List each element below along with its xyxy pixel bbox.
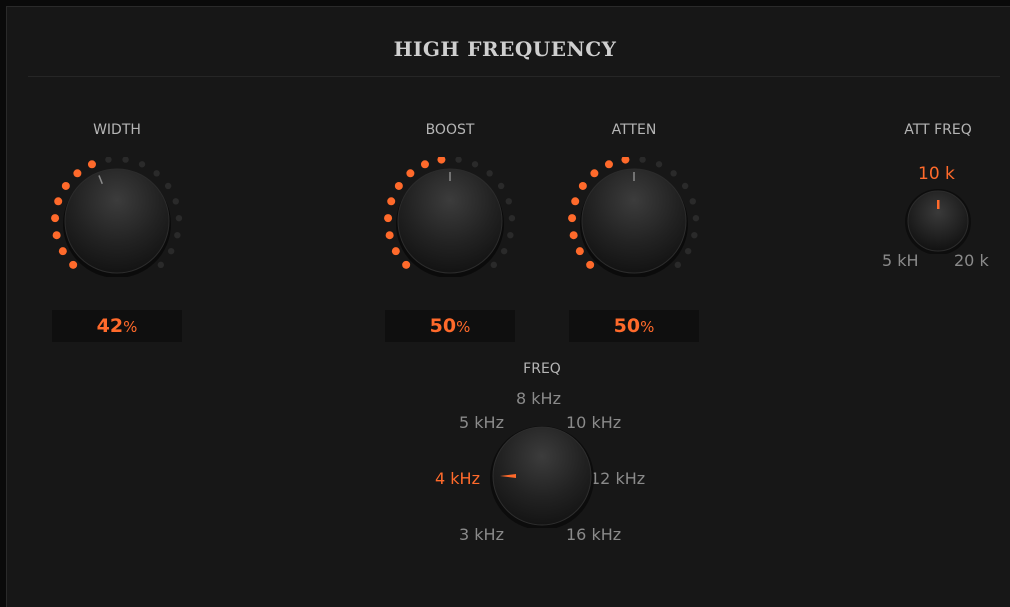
atten-led-lit bbox=[604, 160, 613, 169]
boost-led bbox=[471, 161, 479, 168]
panel-title: HIGH FREQUENCY bbox=[393, 37, 617, 61]
atten-led bbox=[681, 182, 689, 190]
width-led bbox=[138, 161, 146, 168]
atten-led-lit bbox=[621, 157, 630, 164]
boost-led bbox=[508, 214, 516, 222]
atten-led bbox=[692, 214, 700, 222]
atten-led bbox=[655, 161, 663, 168]
att-freq-value: 10 k bbox=[918, 164, 955, 184]
atten-value-display: 50% bbox=[569, 310, 699, 342]
width-led-lit bbox=[69, 260, 78, 269]
boost-value-display: 50% bbox=[385, 310, 515, 342]
width-led-lit bbox=[73, 169, 82, 178]
width-led-lit bbox=[58, 247, 67, 256]
freq-option-4khz[interactable]: 4 kHz bbox=[435, 469, 480, 488]
width-led bbox=[153, 170, 160, 177]
atten-led bbox=[674, 261, 682, 269]
att-freq-min-label: 5 kH bbox=[882, 251, 919, 270]
width-knob-body bbox=[64, 168, 170, 274]
atten-led bbox=[684, 247, 692, 255]
width-knob-graphic bbox=[51, 157, 183, 277]
width-led bbox=[175, 214, 183, 222]
boost-led-lit bbox=[406, 169, 415, 178]
atten-led-lit bbox=[571, 197, 580, 206]
boost-led bbox=[497, 182, 505, 190]
atten-led bbox=[639, 157, 646, 163]
width-knob[interactable] bbox=[47, 157, 187, 277]
width-value: 42 bbox=[96, 315, 124, 337]
boost-knob-body bbox=[397, 168, 503, 274]
boost-unit: % bbox=[456, 318, 471, 336]
title-divider bbox=[28, 76, 1000, 77]
atten-knob-body bbox=[581, 168, 687, 274]
boost-led bbox=[490, 261, 498, 269]
atten-unit: % bbox=[640, 318, 655, 336]
atten-led-lit bbox=[590, 169, 599, 178]
freq-option-8khz[interactable]: 8 kHz bbox=[516, 389, 561, 408]
boost-led-lit bbox=[384, 214, 393, 223]
width-led-lit bbox=[52, 231, 61, 240]
att-freq-knob-graphic bbox=[905, 189, 971, 255]
width-led bbox=[157, 261, 165, 269]
boost-led-lit bbox=[387, 197, 396, 206]
atten-led-lit bbox=[568, 214, 577, 223]
freq-knob-graphic bbox=[490, 426, 594, 530]
atten-led-lit bbox=[586, 260, 595, 269]
att-freq-label: ATT FREQ bbox=[904, 122, 972, 138]
width-led-lit bbox=[54, 197, 63, 206]
boost-led-lit bbox=[391, 247, 400, 256]
boost-led bbox=[486, 170, 493, 177]
att-freq-max-label: 20 k bbox=[954, 251, 989, 270]
boost-label: BOOST bbox=[425, 122, 475, 138]
boost-led bbox=[507, 231, 514, 239]
atten-knob-graphic bbox=[568, 157, 700, 277]
width-label: WIDTH bbox=[93, 122, 141, 138]
boost-led bbox=[455, 157, 462, 163]
width-led bbox=[122, 157, 129, 163]
boost-knob[interactable] bbox=[380, 157, 520, 277]
width-led bbox=[174, 231, 181, 239]
freq-knob[interactable] bbox=[486, 424, 598, 530]
att-freq-pointer bbox=[937, 200, 940, 209]
boost-value: 50 bbox=[429, 315, 457, 337]
atten-label: ATTEN bbox=[611, 122, 657, 138]
width-led bbox=[105, 157, 112, 163]
boost-led bbox=[500, 247, 508, 255]
width-led-lit bbox=[51, 214, 60, 223]
width-led bbox=[172, 198, 179, 205]
boost-led-lit bbox=[394, 181, 403, 190]
width-led bbox=[167, 247, 175, 255]
atten-value: 50 bbox=[613, 315, 641, 337]
boost-led-lit bbox=[420, 160, 429, 169]
atten-led bbox=[689, 198, 696, 205]
atten-led-lit bbox=[575, 247, 584, 256]
width-led-lit bbox=[87, 160, 96, 169]
freq-option-12khz[interactable]: 12 kHz bbox=[590, 469, 645, 488]
width-unit: % bbox=[123, 318, 138, 336]
boost-led bbox=[505, 198, 512, 205]
boost-led-lit bbox=[385, 231, 394, 240]
atten-led-lit bbox=[578, 181, 587, 190]
boost-led-lit bbox=[402, 260, 411, 269]
boost-knob-graphic bbox=[384, 157, 516, 277]
atten-led bbox=[691, 231, 698, 239]
width-led bbox=[164, 182, 172, 190]
att-freq-knob[interactable] bbox=[900, 188, 976, 255]
boost-led-lit bbox=[437, 157, 446, 164]
atten-knob[interactable] bbox=[564, 157, 704, 277]
atten-led bbox=[670, 170, 677, 177]
freq-label: FREQ bbox=[523, 361, 561, 377]
width-value-display: 42% bbox=[52, 310, 182, 342]
width-led-lit bbox=[61, 181, 70, 190]
atten-led-lit bbox=[569, 231, 578, 240]
